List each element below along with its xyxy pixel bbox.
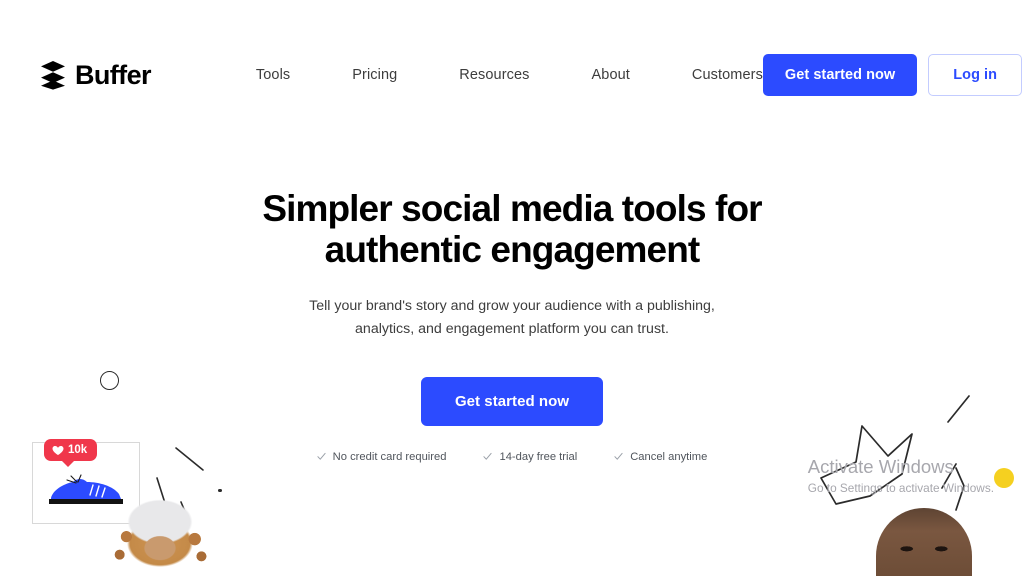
yellow-dot-icon [994, 468, 1014, 488]
check-icon [483, 453, 493, 461]
stacked-layers-icon [41, 61, 65, 90]
header-get-started-button[interactable]: Get started now [762, 53, 918, 97]
main-navigation: Tools Pricing Resources About Customers [256, 59, 763, 91]
hero-illustration-right [784, 376, 1024, 576]
dot-icon [218, 488, 222, 492]
trust-badge-cancel-anytime: Cancel anytime [614, 451, 707, 463]
brand-logo[interactable]: Buffer [40, 59, 152, 90]
person-smiling-icon [876, 508, 972, 576]
hero-illustration-left: 10k [0, 346, 260, 576]
sneaker-icon [49, 474, 123, 504]
trust-badge-label: No credit card required [332, 450, 447, 463]
nav-item-resources[interactable]: Resources [459, 59, 529, 91]
check-icon [317, 453, 326, 461]
nav-item-pricing[interactable]: Pricing [352, 59, 397, 91]
like-count-badge: 10k [44, 439, 98, 467]
watermark-subtitle: Go to Settings to activate Windows. [807, 481, 994, 496]
heart-icon [52, 445, 64, 455]
trust-badge-label: Cancel anytime [630, 450, 708, 463]
hero-get-started-button[interactable]: Get started now [420, 376, 604, 426]
decorative-strokes-right [820, 395, 970, 511]
trust-badge-free-trial: 14-day free trial [483, 451, 577, 463]
sneaker-photo-icon [32, 442, 140, 524]
circle-outline-icon [100, 371, 119, 390]
trust-badges-row: No credit card required 14-day free tria… [317, 450, 707, 463]
watermark-title: Activate Windows [807, 456, 954, 478]
brand-name: Buffer [75, 59, 152, 90]
nav-item-customers[interactable]: Customers [692, 59, 763, 91]
hero-title: Simpler social media tools for authentic… [262, 188, 762, 271]
nav-item-tools[interactable]: Tools [256, 59, 290, 91]
windows-activation-watermark: Activate Windows Go to Settings to activ… [808, 455, 994, 498]
hero-subtitle: Tell your brand's story and grow your au… [309, 297, 715, 337]
header-actions: Get started now Log in [762, 53, 1023, 97]
login-button[interactable]: Log in [928, 53, 1023, 97]
check-icon [614, 453, 623, 461]
site-header: Buffer Tools Pricing Resources About Cus… [0, 0, 1024, 150]
trust-badge-no-credit-card: No credit card required [317, 450, 447, 463]
trust-badge-label: 14-day free trial [499, 450, 578, 463]
nav-item-about[interactable]: About [592, 59, 630, 91]
like-count-value: 10k [68, 444, 88, 456]
person-curly-hair-icon [104, 494, 216, 576]
decorative-strokes-left [33, 447, 204, 525]
